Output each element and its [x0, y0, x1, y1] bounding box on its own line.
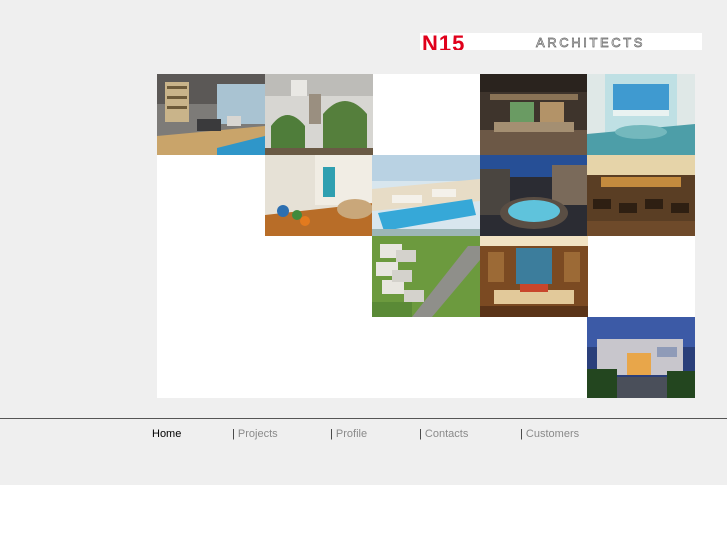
nav-label: Customers: [525, 428, 580, 440]
building-exterior-image: [587, 317, 695, 398]
nav-label: Projects: [237, 428, 278, 440]
logo-word: ARCHITECTS: [536, 35, 646, 50]
gallery-tile-hotel-bedroom[interactable]: [480, 236, 588, 317]
gallery-tile-curved-room[interactable]: [265, 155, 373, 236]
nav-item-home[interactable]: Home: [152, 428, 181, 441]
living-room-image: [157, 74, 265, 155]
nav-item-contacts[interactable]: | Contacts: [419, 428, 468, 441]
curved-room-image: [265, 155, 373, 236]
jacuzzi-image: [480, 155, 588, 236]
nav-item-profile[interactable]: | Profile: [330, 428, 367, 441]
arched-interior-image: [265, 74, 373, 155]
restaurant-image: [587, 155, 695, 236]
townhouse-development-image: [372, 236, 480, 317]
project-gallery: [157, 74, 695, 398]
nav-label: Home: [152, 428, 182, 440]
gallery-tile-building-exterior[interactable]: [587, 317, 695, 398]
rooftop-pool-image: [372, 155, 480, 236]
nav-item-customers[interactable]: | Customers: [520, 428, 579, 441]
gallery-tile-townhouse-development[interactable]: [372, 236, 480, 317]
hotel-lobby-image: [480, 74, 588, 155]
gallery-tile-rooftop-pool[interactable]: [372, 155, 480, 236]
gallery-tile-restaurant[interactable]: [587, 155, 695, 236]
nav-item-projects[interactable]: | Projects: [232, 428, 278, 441]
gallery-tile-living-room[interactable]: [157, 74, 265, 155]
logo-mark: N15: [422, 33, 466, 50]
hotel-bedroom-image: [480, 236, 588, 317]
gallery-tile-jacuzzi[interactable]: [480, 155, 588, 236]
gallery-tile-arched-interior[interactable]: [265, 74, 373, 155]
pool-lounge-image: [587, 74, 695, 155]
gallery-tile-pool-lounge[interactable]: [587, 74, 695, 155]
nav-label: Contacts: [424, 428, 469, 440]
site-logo[interactable]: N15 ARCHITECTS: [420, 33, 702, 50]
nav-label: Profile: [335, 428, 368, 440]
gallery-tile-hotel-lobby[interactable]: [480, 74, 588, 155]
